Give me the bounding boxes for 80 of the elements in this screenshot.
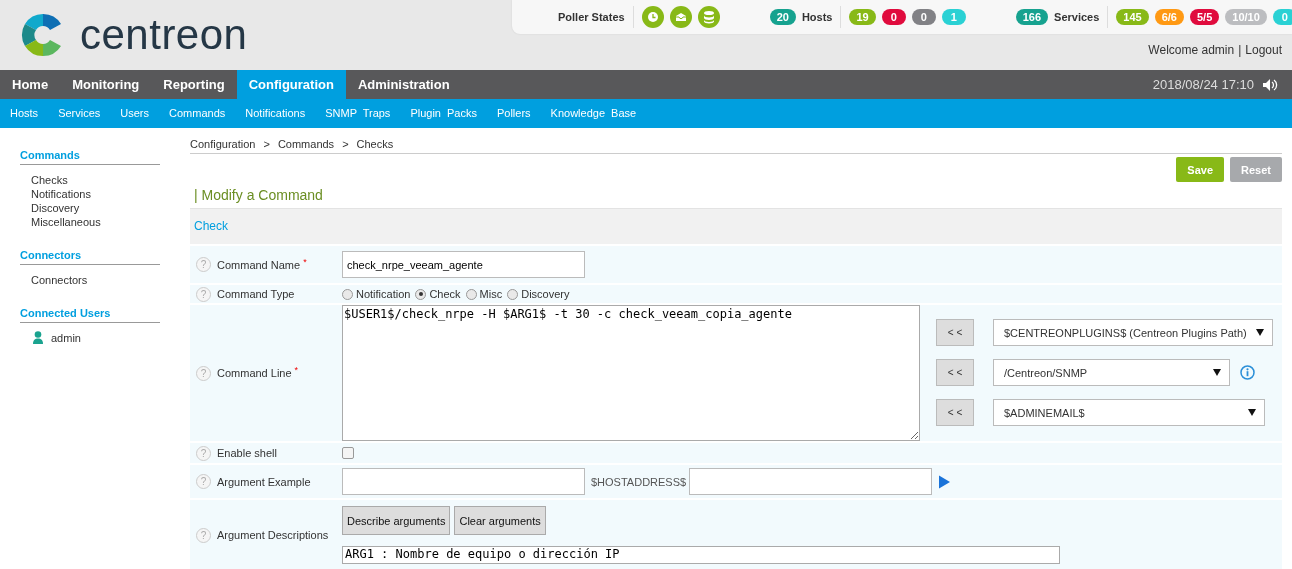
checkbox[interactable] — [342, 447, 354, 459]
caret-icon[interactable] — [1213, 369, 1221, 376]
field-label: Command Type — [217, 288, 295, 300]
sidebar-item[interactable]: Miscellaneous — [20, 215, 160, 229]
nav-tab[interactable]: Monitoring — [60, 70, 152, 99]
inbox-icon[interactable] — [669, 6, 692, 28]
subnav-item[interactable]: Services — [48, 99, 111, 128]
radio-option[interactable]: Check — [415, 288, 461, 300]
section-header: Check — [190, 208, 1282, 244]
describe-arguments-button[interactable]: Describe arguments — [342, 506, 451, 535]
logo-wordmark: centreon — [80, 11, 248, 59]
host-address-field[interactable] — [689, 468, 933, 495]
separator-text: | — [1238, 43, 1242, 57]
field-label: Command Name — [217, 258, 301, 271]
subnav-item[interactable]: Users — [110, 99, 160, 128]
field-label: Command Line — [217, 367, 292, 379]
field-label: Enable shell — [217, 447, 277, 459]
subnav-item[interactable]: SNMP Traps — [315, 99, 401, 128]
command-line-field[interactable]: $USER1$/check_nrpe -H $ARG1$ -t 30 -c check_veeam_copia_agente — [342, 305, 920, 441]
info-icon[interactable] — [1240, 365, 1255, 380]
user-name: admin — [51, 331, 81, 344]
nav-tab[interactable]: Configuration — [236, 70, 346, 99]
database-icon[interactable] — [697, 6, 720, 28]
logout-link[interactable]: Logout — [1245, 43, 1282, 57]
macro-label: $HOSTADDRESS$ — [591, 475, 687, 488]
sidebar-item[interactable]: Checks — [20, 173, 160, 187]
datetime-text: 2018/08/24 17:10 — [1152, 77, 1254, 92]
breadcrumb-separator: > — [342, 138, 349, 150]
caret-icon[interactable] — [1256, 329, 1264, 336]
form-title: | Modify a Command — [194, 187, 324, 203]
clock-icon[interactable] — [641, 6, 664, 28]
status-count-badge[interactable]: 0 — [881, 9, 906, 25]
macro-dropdown[interactable]: $ADMINEMAIL$ — [993, 399, 1265, 426]
nav-tab[interactable]: Reporting — [151, 70, 237, 99]
field-label: Argument Example — [217, 475, 311, 488]
sidebar-heading: Commands — [20, 149, 160, 165]
sidebar-item[interactable]: Connectors — [20, 273, 160, 287]
play-icon[interactable] — [938, 474, 951, 489]
radio-option[interactable]: Discovery — [507, 288, 570, 300]
breadcrumb-link[interactable]: Commands — [277, 138, 335, 150]
status-count-badge[interactable]: 5/5 — [1190, 9, 1220, 25]
services-label: Services — [1054, 11, 1100, 23]
nav-tab[interactable]: Home — [0, 70, 61, 99]
breadcrumb-link[interactable]: Checks — [356, 138, 394, 150]
argument-descriptions-field[interactable]: ARG1 : Nombre de equipo o dirección IP — [342, 546, 1060, 564]
subnav-item[interactable]: Notifications — [235, 99, 316, 128]
subnav-item[interactable]: Plugin Packs — [400, 99, 487, 128]
insert-macro-button[interactable]: < < — [936, 359, 974, 386]
required-mark: * — [303, 256, 307, 267]
clear-arguments-button[interactable]: Clear arguments — [454, 506, 546, 535]
macro-dropdown[interactable]: /Centreon/SNMP — [993, 359, 1230, 386]
breadcrumb-link[interactable]: Configuration — [190, 138, 256, 150]
subnav-item[interactable]: Commands — [159, 99, 236, 128]
poller-states-label: Poller States — [558, 11, 625, 23]
sidebar-heading: Connectors — [20, 249, 160, 265]
field-label: Argument Descriptions — [217, 529, 329, 541]
breadcrumb-separator: > — [263, 138, 270, 150]
hosts-label: Hosts — [801, 11, 833, 23]
insert-macro-button[interactable]: < < — [936, 319, 974, 346]
subnav-item[interactable]: Hosts — [0, 99, 49, 128]
nav-tab[interactable]: Administration — [345, 70, 462, 99]
command-name-field[interactable]: check_nrpe_veeam_agente — [342, 251, 585, 278]
speaker-icon[interactable] — [1262, 77, 1278, 92]
radio-option[interactable]: Misc — [465, 288, 503, 300]
total-count-badge[interactable]: 166 — [1015, 9, 1049, 25]
sidebar-heading: Connected Users — [20, 307, 160, 323]
subnav-item[interactable]: Pollers — [486, 99, 541, 128]
subnav-item[interactable]: Knowledge Base — [540, 99, 647, 128]
welcome-text: Welcome admin — [1148, 43, 1235, 57]
sidebar-item[interactable]: Discovery — [20, 201, 160, 215]
status-count-badge[interactable]: 0 — [911, 9, 936, 25]
macro-dropdown[interactable]: $CENTREONPLUGINS$ (Centreon Plugins Path) — [993, 319, 1273, 346]
radio-option[interactable]: Notification — [342, 288, 411, 300]
required-mark: * — [294, 365, 299, 375]
insert-macro-button[interactable]: < < — [936, 399, 974, 426]
caret-icon[interactable] — [1248, 409, 1256, 416]
argument-example-field[interactable] — [342, 468, 585, 495]
sidebar-item[interactable]: Notifications — [20, 187, 160, 201]
total-count-badge[interactable]: 20 — [769, 9, 796, 25]
user-icon — [33, 331, 43, 344]
